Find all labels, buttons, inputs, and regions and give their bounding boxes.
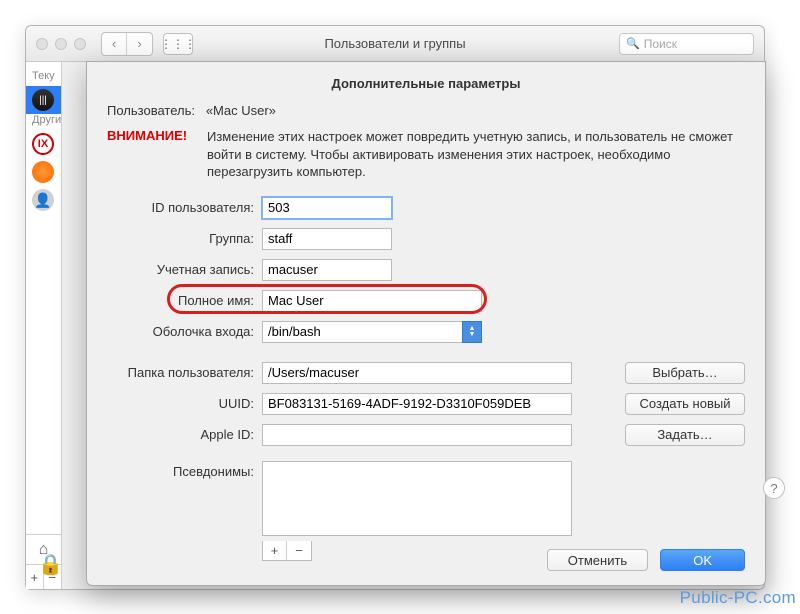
- sidebar-item-user[interactable]: [26, 158, 61, 186]
- cancel-button[interactable]: Отменить: [547, 549, 648, 571]
- aliases-row: Псевдонимы:: [107, 461, 745, 536]
- apple-id-field[interactable]: [262, 424, 572, 446]
- dialog-buttons: Отменить OK: [547, 549, 745, 571]
- sidebar-heading-current: Теку: [26, 70, 61, 82]
- close-window-button[interactable]: [36, 38, 48, 50]
- aliases-list[interactable]: [262, 461, 572, 536]
- watermark: Public-PC.com: [680, 588, 796, 608]
- lock-icon: 🔒: [38, 554, 63, 576]
- user-name: «Mac User»: [206, 103, 276, 118]
- search-input[interactable]: 🔍 Поиск: [619, 33, 754, 55]
- users-sidebar: Теку ||| Други IX 👤 ⌂ + −: [26, 62, 62, 589]
- sidebar-item-current-user[interactable]: |||: [26, 86, 61, 114]
- warning-label: ВНИМАНИЕ!: [107, 128, 207, 181]
- help-icon: ?: [770, 481, 777, 496]
- apple-id-row: Apple ID: Задать…: [107, 422, 745, 448]
- dropdown-arrow-icon[interactable]: ▲▼: [462, 321, 482, 343]
- full-name-label: Полное имя:: [107, 293, 262, 308]
- uuid-label: UUID:: [107, 396, 262, 411]
- avatar-piano-icon: |||: [32, 89, 54, 111]
- avatar-guest-icon: 👤: [32, 189, 54, 211]
- aliases-plusminus: + −: [262, 541, 312, 561]
- full-name-field[interactable]: [262, 290, 482, 312]
- aliases-label: Псевдонимы:: [107, 461, 262, 479]
- home-dir-field[interactable]: [262, 362, 572, 384]
- account-field[interactable]: [262, 259, 392, 281]
- zoom-window-button[interactable]: [74, 38, 86, 50]
- user-row: Пользователь: «Mac User»: [107, 103, 745, 118]
- sidebar-item-user[interactable]: 👤: [26, 186, 61, 214]
- show-all-button[interactable]: ⋮⋮⋮: [163, 33, 193, 55]
- help-button[interactable]: ?: [763, 477, 785, 499]
- account-row: Учетная запись:: [107, 257, 745, 283]
- user-id-field[interactable]: [262, 197, 392, 219]
- login-shell-row: Оболочка входа: ▲▼: [107, 319, 745, 345]
- uuid-field[interactable]: [262, 393, 572, 415]
- uuid-row: UUID: Создать новый: [107, 391, 745, 417]
- nav-buttons: ‹ ›: [101, 32, 153, 56]
- sheet-title: Дополнительные параметры: [107, 76, 745, 91]
- minimize-window-button[interactable]: [55, 38, 67, 50]
- avatar-icon: [32, 161, 54, 183]
- remove-alias-button[interactable]: −: [287, 541, 311, 560]
- warning-row: ВНИМАНИЕ! Изменение этих настроек может …: [107, 128, 745, 181]
- window-controls: [26, 38, 86, 50]
- home-dir-row: Папка пользователя: Выбрать…: [107, 360, 745, 386]
- add-alias-button[interactable]: +: [263, 541, 287, 560]
- create-new-uuid-button[interactable]: Создать новый: [625, 393, 745, 415]
- ok-button[interactable]: OK: [660, 549, 745, 571]
- group-field[interactable]: [262, 228, 392, 250]
- full-name-row: Полное имя:: [107, 288, 745, 314]
- lock-button[interactable]: 🔒: [38, 552, 63, 577]
- apple-id-label: Apple ID:: [107, 427, 262, 442]
- advanced-options-sheet: Дополнительные параметры Пользователь: «…: [86, 61, 766, 586]
- group-row: Группа:: [107, 226, 745, 252]
- avatar-disabled-icon: IX: [32, 133, 54, 155]
- set-apple-id-button[interactable]: Задать…: [625, 424, 745, 446]
- sidebar-item-user[interactable]: IX: [26, 130, 61, 158]
- home-dir-label: Папка пользователя:: [107, 365, 262, 380]
- user-id-label: ID пользователя:: [107, 200, 262, 215]
- search-placeholder: Поиск: [644, 37, 677, 51]
- login-shell-field[interactable]: [262, 321, 462, 343]
- search-icon: 🔍: [626, 37, 640, 50]
- login-shell-label: Оболочка входа:: [107, 324, 262, 339]
- group-label: Группа:: [107, 231, 262, 246]
- titlebar: ‹ › ⋮⋮⋮ Пользователи и группы 🔍 Поиск: [26, 26, 764, 62]
- window-title: Пользователи и группы: [324, 36, 465, 51]
- user-label: Пользователь:: [107, 103, 195, 118]
- choose-home-button[interactable]: Выбрать…: [625, 362, 745, 384]
- back-button[interactable]: ‹: [102, 33, 127, 55]
- account-label: Учетная запись:: [107, 262, 262, 277]
- sidebar-heading-other: Други: [26, 114, 61, 126]
- warning-text: Изменение этих настроек может повредить …: [207, 128, 745, 181]
- forward-button[interactable]: ›: [127, 33, 152, 55]
- login-shell-select[interactable]: ▲▼: [262, 321, 482, 343]
- user-id-row: ID пользователя:: [107, 195, 745, 221]
